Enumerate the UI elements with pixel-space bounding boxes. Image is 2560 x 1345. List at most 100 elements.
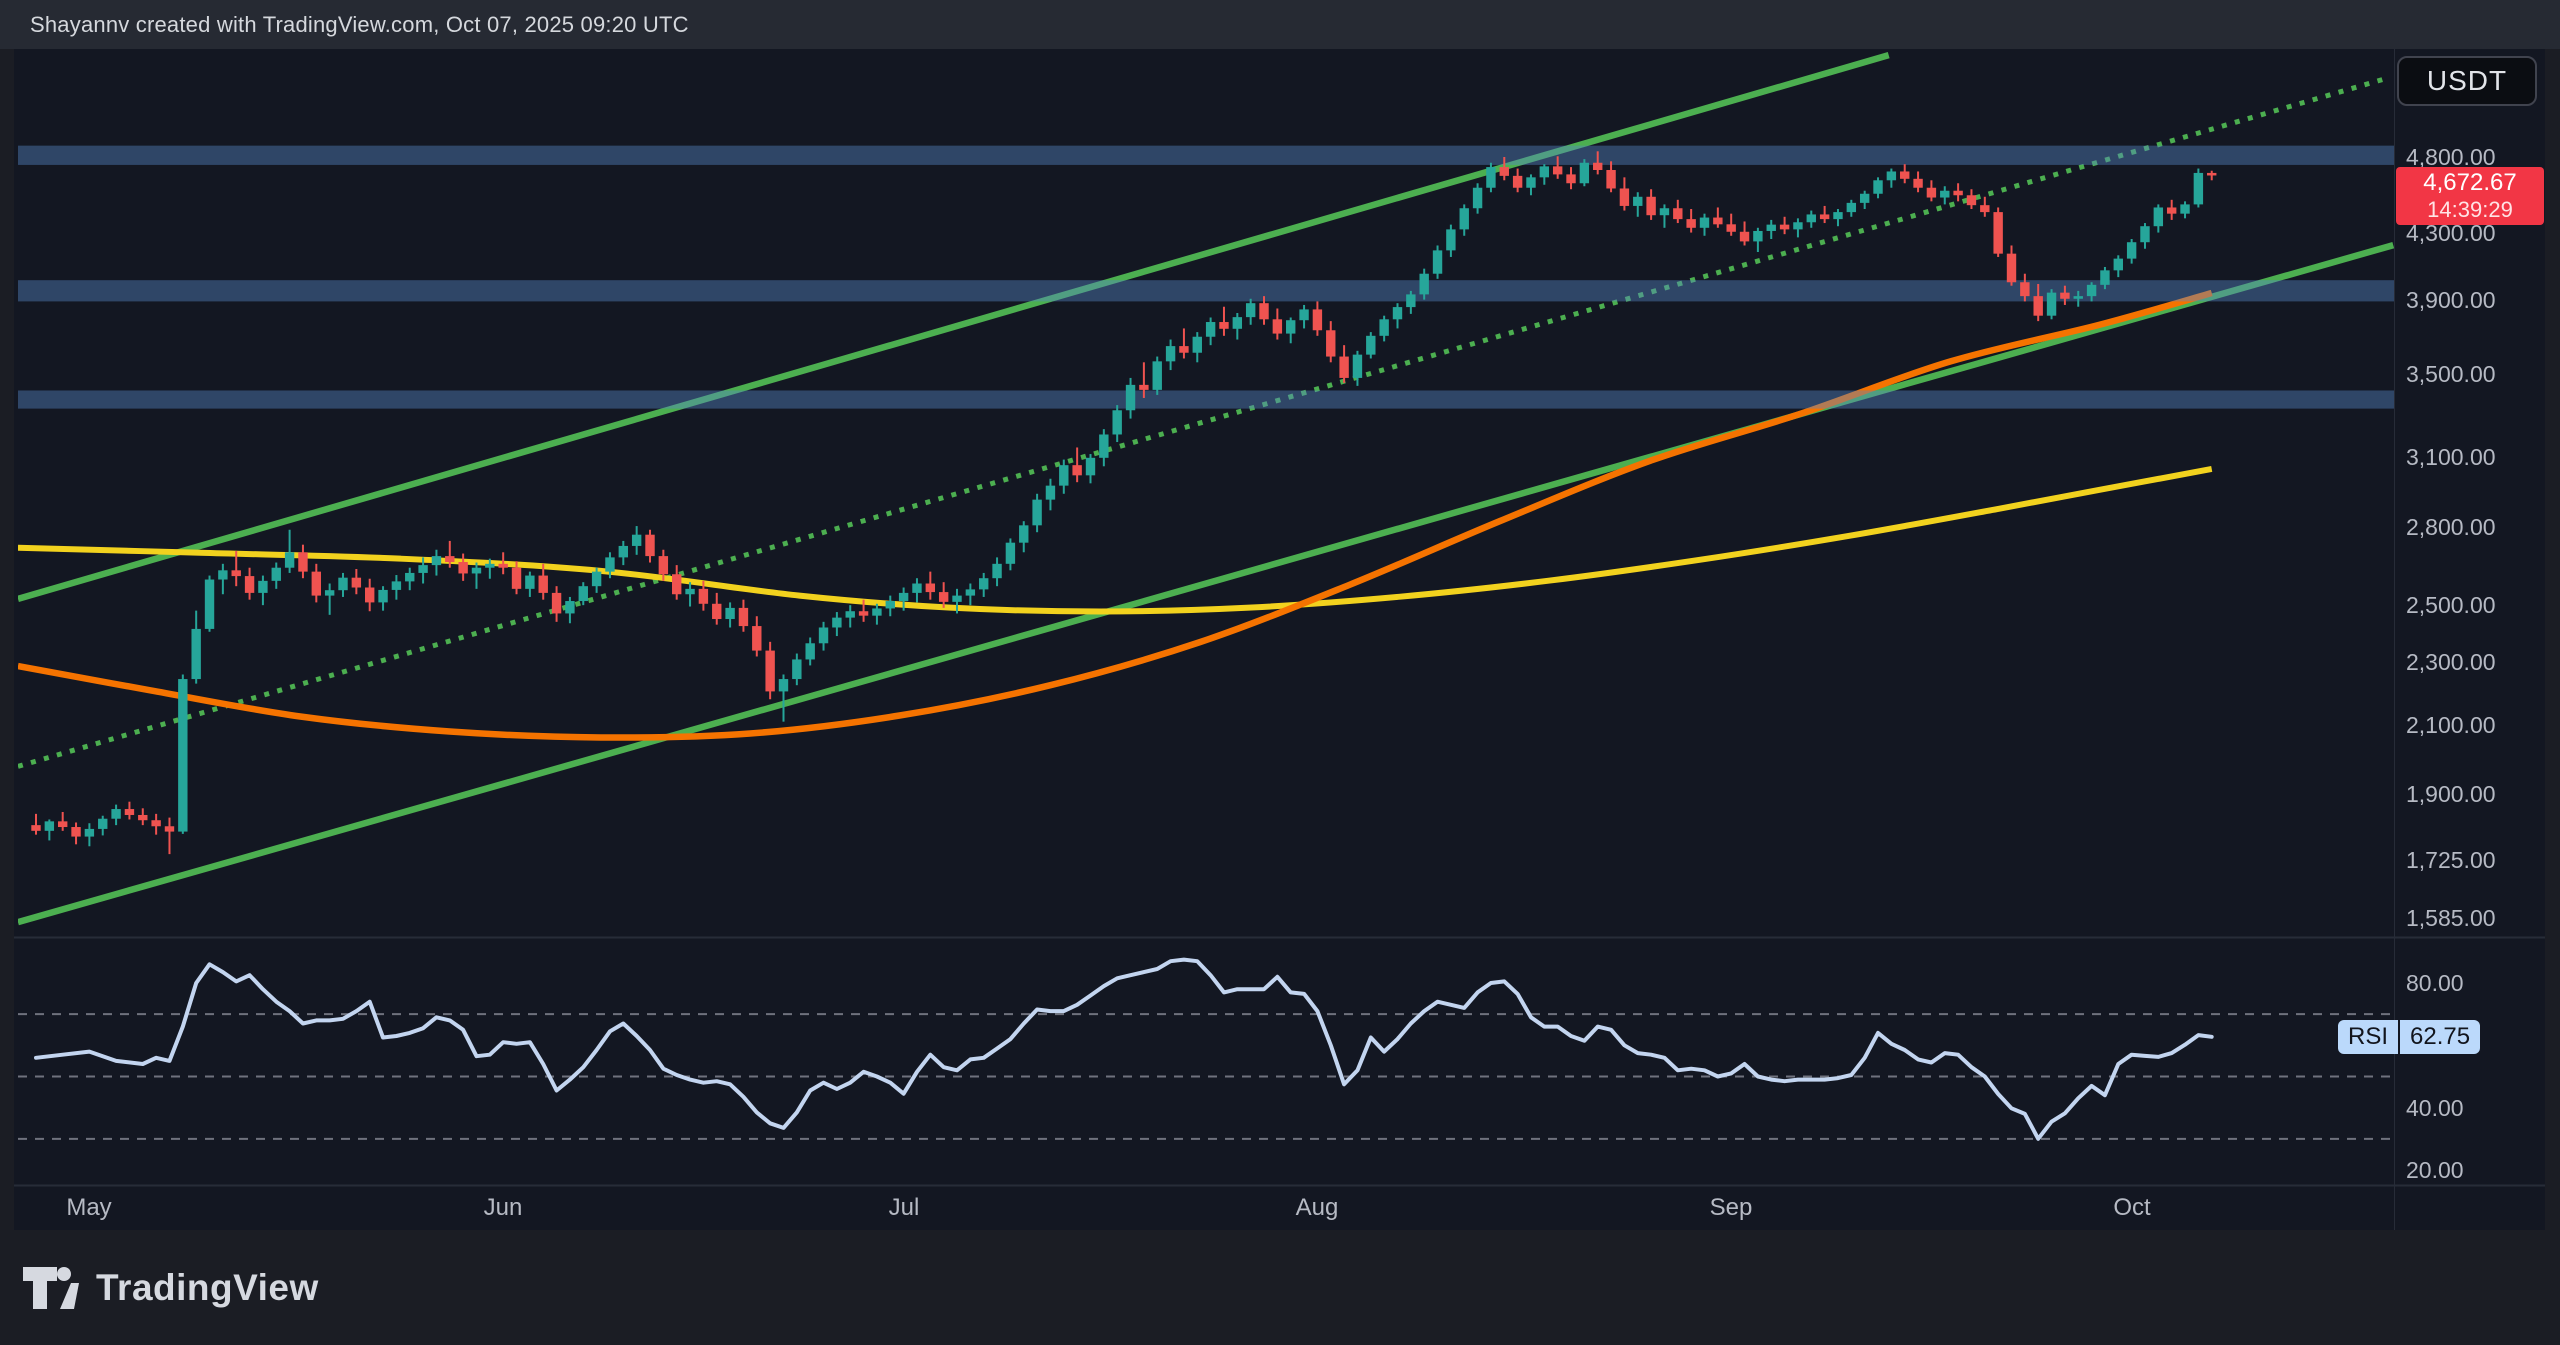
candle-body bbox=[1366, 336, 1375, 355]
rsi-value: 62.75 bbox=[2400, 1020, 2480, 1054]
candle-body bbox=[1833, 212, 1842, 219]
price-pane[interactable] bbox=[18, 55, 2394, 922]
candle-body bbox=[1940, 191, 1949, 198]
candle-body bbox=[1526, 177, 1535, 187]
candle-body bbox=[498, 564, 507, 568]
candle-body bbox=[1633, 197, 1642, 206]
rsi-pane[interactable] bbox=[18, 960, 2394, 1139]
price-axis-label[interactable]: 1,725.00 bbox=[2406, 847, 2496, 874]
candle-body bbox=[2207, 173, 2216, 176]
price-axis-label[interactable]: 3,500.00 bbox=[2406, 361, 2496, 388]
candle-body bbox=[592, 572, 601, 587]
candle-body bbox=[2020, 282, 2029, 296]
sr-zone-1[interactable] bbox=[18, 146, 2394, 165]
candle-body bbox=[272, 568, 281, 581]
candle-body bbox=[1540, 166, 1549, 177]
candle-body bbox=[979, 578, 988, 589]
candle-body bbox=[605, 557, 614, 571]
price-axis-label[interactable]: 1,585.00 bbox=[2406, 905, 2496, 932]
candle-body bbox=[1473, 188, 1482, 209]
tradingview-chart-screenshot: Shayannv created with TradingView.com, O… bbox=[0, 0, 2560, 1345]
candle-body bbox=[45, 821, 54, 830]
time-axis-label-aug[interactable]: Aug bbox=[1272, 1194, 1362, 1222]
candle-body bbox=[1112, 410, 1121, 434]
candle-body bbox=[2127, 242, 2136, 258]
candle-body bbox=[1606, 170, 1615, 188]
trendline-channel-dotted[interactable] bbox=[18, 78, 2388, 766]
candle-body bbox=[111, 809, 120, 819]
time-axis-label-jun[interactable]: Jun bbox=[458, 1194, 548, 1222]
candle-body bbox=[298, 552, 307, 571]
candle-body bbox=[1246, 303, 1255, 317]
time-axis-label-sep[interactable]: Sep bbox=[1686, 1194, 1776, 1222]
candle-body bbox=[1072, 465, 1081, 475]
time-axis-label-oct[interactable]: Oct bbox=[2087, 1194, 2177, 1222]
price-axis-label[interactable]: 3,100.00 bbox=[2406, 444, 2496, 471]
candle-body bbox=[846, 611, 855, 617]
candle-body bbox=[619, 546, 628, 557]
candle-body bbox=[539, 576, 548, 593]
candle-body bbox=[1393, 307, 1402, 319]
candle-body bbox=[2140, 226, 2149, 242]
candle-body bbox=[1566, 174, 1575, 183]
candle-body bbox=[1313, 309, 1322, 330]
rsi-line bbox=[36, 960, 2212, 1139]
price-axis-label[interactable]: 1,900.00 bbox=[2406, 781, 2496, 808]
last-price-badge: 4,672.67 14:39:29 bbox=[2396, 167, 2544, 225]
price-chart-canvas[interactable] bbox=[0, 0, 2560, 1345]
candle-body bbox=[98, 819, 107, 829]
candle-body bbox=[1099, 434, 1108, 457]
tradingview-brand-link[interactable]: TradingView bbox=[0, 1265, 319, 1311]
candle-body bbox=[1299, 309, 1308, 320]
sr-zone-3[interactable] bbox=[18, 390, 2394, 408]
candle-body bbox=[405, 573, 414, 581]
trendline-channel-upper[interactable] bbox=[18, 55, 1889, 599]
candle-body bbox=[1446, 229, 1455, 250]
price-axis-label[interactable]: 3,900.00 bbox=[2406, 287, 2496, 314]
candle-body bbox=[939, 592, 948, 602]
candle-body bbox=[1339, 357, 1348, 378]
candle-body bbox=[432, 556, 441, 565]
price-axis-label[interactable]: 2,800.00 bbox=[2406, 514, 2496, 541]
candle-body bbox=[712, 604, 721, 619]
candle-body bbox=[525, 576, 534, 589]
price-axis-label[interactable]: 2,300.00 bbox=[2406, 649, 2496, 676]
candle-body bbox=[565, 601, 574, 613]
candle-body bbox=[899, 593, 908, 601]
candle-body bbox=[645, 535, 654, 556]
candle-body bbox=[1032, 500, 1041, 526]
candle-body bbox=[1433, 250, 1442, 273]
candle-body bbox=[1793, 222, 1802, 229]
candle-body bbox=[1419, 274, 1428, 295]
price-axis-label[interactable]: 2,500.00 bbox=[2406, 592, 2496, 619]
candle-body bbox=[1580, 163, 1589, 184]
candle-body bbox=[151, 820, 160, 826]
candle-body bbox=[1406, 294, 1415, 307]
candle-body bbox=[2060, 293, 2069, 299]
candle-body bbox=[1847, 203, 1856, 212]
candle-body bbox=[2114, 259, 2123, 271]
rsi-axis-label[interactable]: 40.00 bbox=[2406, 1095, 2464, 1122]
trendline-channel-lower[interactable] bbox=[18, 245, 2393, 922]
price-axis-label[interactable]: 2,100.00 bbox=[2406, 712, 2496, 739]
candle-body bbox=[485, 564, 494, 568]
candle-body bbox=[1993, 212, 2002, 254]
candle-body bbox=[992, 564, 1001, 578]
time-axis-label-may[interactable]: May bbox=[44, 1194, 134, 1222]
candle-body bbox=[1807, 214, 1816, 222]
candle-body bbox=[966, 589, 975, 595]
time-axis-label-jul[interactable]: Jul bbox=[859, 1194, 949, 1222]
candle-body bbox=[1820, 214, 1829, 219]
candle-body bbox=[365, 588, 374, 603]
rsi-axis-label[interactable]: 80.00 bbox=[2406, 970, 2464, 997]
candle-body bbox=[2034, 296, 2043, 316]
rsi-axis-label[interactable]: 20.00 bbox=[2406, 1157, 2464, 1184]
candle-body bbox=[232, 570, 241, 576]
ma-orange-line[interactable] bbox=[18, 293, 2212, 738]
candle-body bbox=[58, 821, 67, 827]
candle-body bbox=[325, 590, 334, 595]
candle-body bbox=[1273, 319, 1282, 333]
quote-currency-button[interactable]: USDT bbox=[2397, 56, 2537, 106]
candle-body bbox=[685, 589, 694, 594]
candle-body bbox=[1179, 346, 1188, 353]
